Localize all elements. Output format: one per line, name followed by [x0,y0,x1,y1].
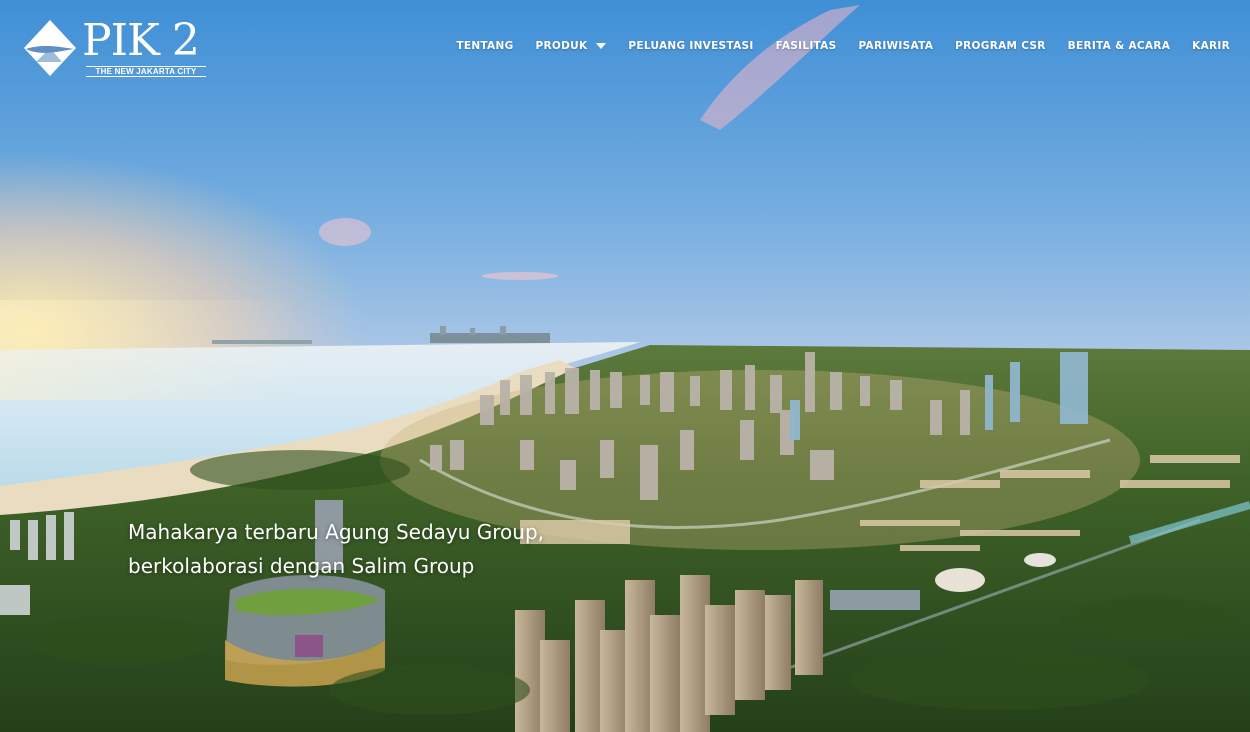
nav-program-csr-label: PROGRAM CSR [955,40,1046,52]
pik2-logo[interactable]: PIK 2 THE NEW JAKARTA CITY [22,16,212,78]
hero-city-aerial-image [0,5,1250,732]
nav-karir-label: KARIR [1192,40,1230,52]
logo-tagline: THE NEW JAKARTA CITY [86,66,206,77]
logo-wordmark: PIK 2 [82,15,200,66]
nav-tentang[interactable]: TENTANG [456,40,513,52]
nav-pariwisata-label: PARIWISATA [858,40,934,52]
nav-fasilitas-label: FASILITAS [775,40,837,52]
nav-produk[interactable]: PRODUK [536,40,607,52]
nav-berita-acara[interactable]: BERITA & ACARA [1068,40,1170,52]
nav-pariwisata[interactable]: PARIWISATA [858,40,933,52]
hero-section: PIK 2 THE NEW JAKARTA CITY TENTANG PRODU… [0,0,1250,732]
nav-produk-label: PRODUK [535,40,588,52]
nav-peluang-investasi-label: PELUANG INVESTASI [628,40,754,52]
nav-program-csr[interactable]: PROGRAM CSR [955,40,1046,52]
nav-tentang-label: TENTANG [456,40,514,52]
hero-headline: Mahakarya terbaru Agung Sedayu Group, be… [128,520,545,578]
chevron-down-icon [596,43,607,49]
diamond-logo-icon [24,20,76,76]
main-nav: TENTANG PRODUK PELUANG INVESTASI FASILIT… [456,40,1250,52]
nav-peluang-investasi[interactable]: PELUANG INVESTASI [628,40,753,52]
nav-karir[interactable]: KARIR [1192,40,1230,52]
nav-fasilitas[interactable]: FASILITAS [776,40,837,52]
nav-berita-acara-label: BERITA & ACARA [1067,40,1171,52]
